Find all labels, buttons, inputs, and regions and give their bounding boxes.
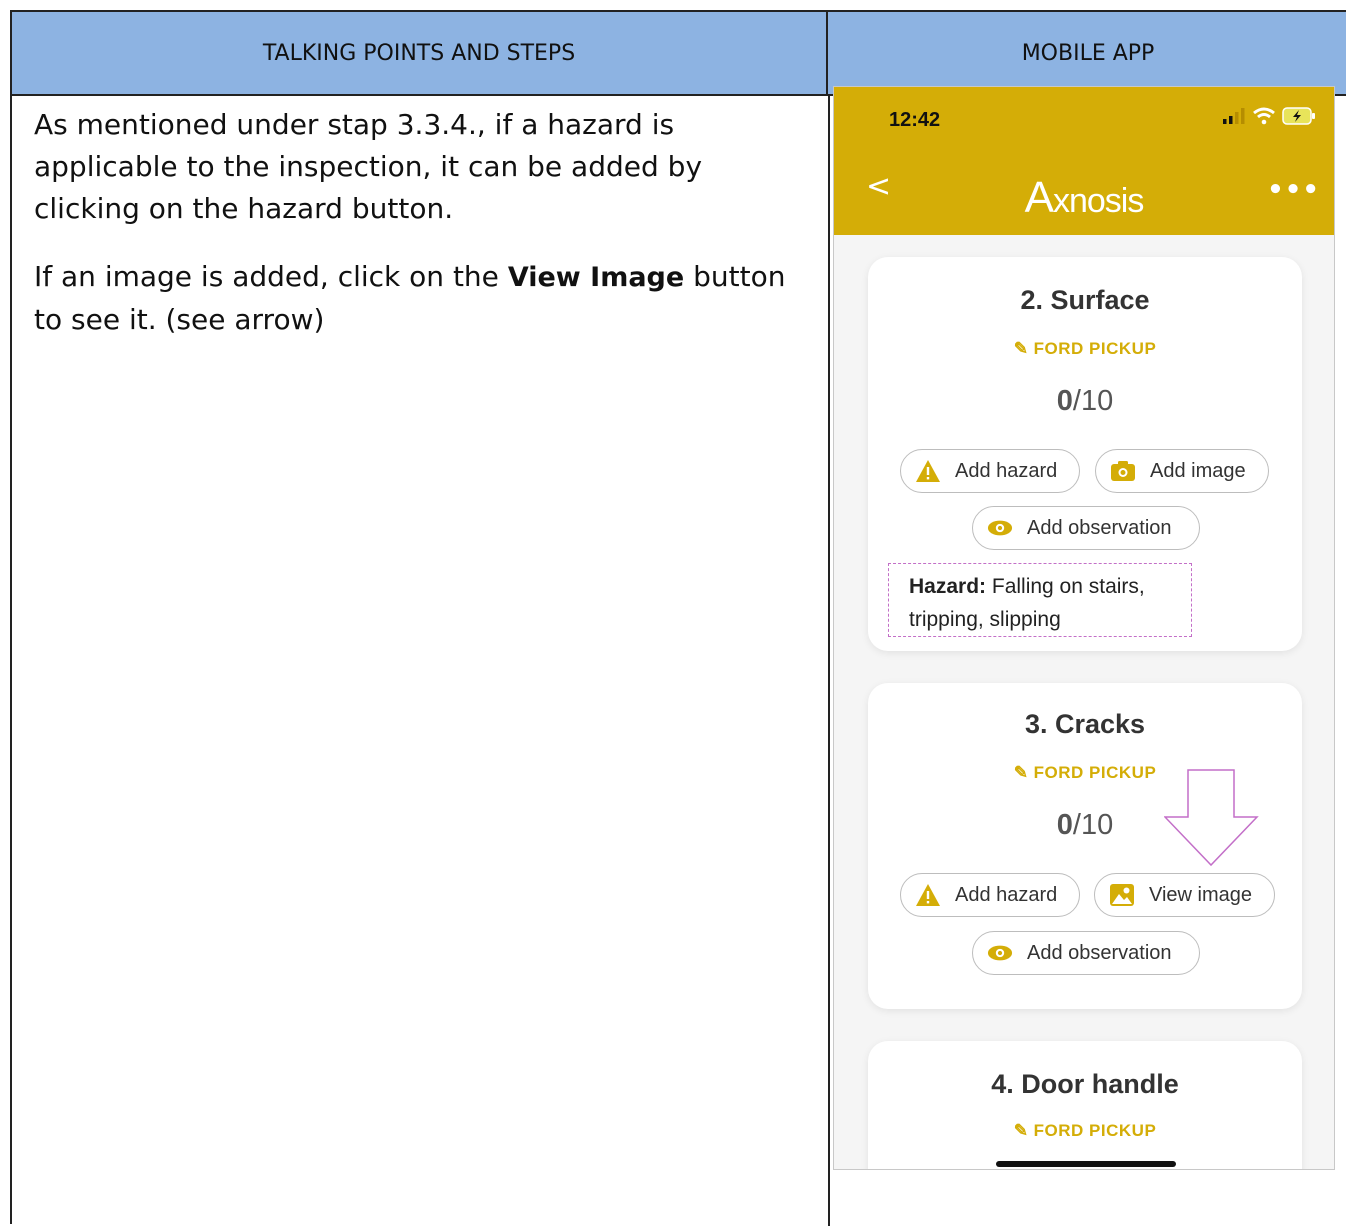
talking-points-text: As mentioned under stap 3.3.4., if a haz… [34, 104, 804, 367]
add-image-button[interactable]: Add image [1095, 449, 1269, 493]
arrow-down-icon [1164, 769, 1259, 867]
mobile-screenshot: 12:42 < Axnosis ••• 2. Surface ✎ FORD PI… [833, 86, 1335, 1170]
image-icon [1109, 882, 1135, 908]
header-mobile-app: MOBILE APP [828, 12, 1346, 96]
inspection-card-surface: 2. Surface ✎ FORD PICKUP 0/10 Add hazard… [868, 257, 1302, 651]
card-title: 3. Cracks [1024, 709, 1146, 739]
header-mobile-app-label: MOBILE APP [1021, 40, 1155, 66]
score-total: /10 [1072, 809, 1114, 841]
wrench-icon: ✎ [1013, 1121, 1029, 1140]
view-image-label: View image [1149, 883, 1253, 906]
inspection-card-cracks: 3. Cracks ✎ FORD PICKUP 0/10 Add hazard … [868, 683, 1302, 1009]
battery-icon [1282, 107, 1315, 125]
home-indicator [996, 1161, 1176, 1167]
card-subtitle-text: FORD PICKUP [1033, 1121, 1157, 1140]
more-menu-button[interactable]: ••• [1267, 175, 1320, 205]
add-hazard-label: Add hazard [955, 459, 1058, 482]
status-time: 12:42 [889, 109, 941, 131]
wifi-icon [1253, 107, 1275, 125]
paragraph-view-image: If an image is added, click on the View … [34, 256, 804, 341]
axnosis-logo: Axnosis [834, 173, 1334, 223]
hazard-note-label: Hazard: [909, 575, 987, 598]
card-subtitle-text: FORD PICKUP [1033, 763, 1157, 782]
warning-icon [915, 882, 941, 908]
app-header: 12:42 < Axnosis ••• [834, 87, 1334, 235]
header-talking-points: TALKING POINTS AND STEPS [12, 12, 828, 96]
paragraph-hazard: As mentioned under stap 3.3.4., if a haz… [34, 108, 703, 225]
wrench-icon: ✎ [1013, 763, 1029, 782]
status-icons [1222, 107, 1316, 125]
add-image-label: Add image [1150, 459, 1246, 482]
logo-text: xnosis [1052, 182, 1144, 220]
warning-icon [915, 458, 941, 484]
add-hazard-label: Add hazard [955, 883, 1058, 906]
wrench-icon: ✎ [1013, 339, 1029, 358]
signal-icon [1223, 108, 1245, 124]
add-observation-button[interactable]: Add observation [972, 931, 1200, 975]
add-observation-button[interactable]: Add observation [972, 506, 1200, 550]
view-image-button[interactable]: View image [1094, 873, 1275, 917]
card-subtitle-text: FORD PICKUP [1033, 339, 1157, 358]
inspection-card-door-handle: 4. Door handle ✎ FORD PICKUP [868, 1041, 1302, 1169]
card-subtitle: ✎ FORD PICKUP [868, 339, 1302, 359]
logo-initial: A [1024, 173, 1054, 222]
view-image-emphasis: View Image [507, 262, 685, 293]
column-divider [828, 96, 830, 1226]
card-subtitle: ✎ FORD PICKUP [868, 1121, 1302, 1141]
score-value: 0 [1056, 809, 1073, 841]
eye-icon [987, 515, 1013, 541]
header-talking-points-label: TALKING POINTS AND STEPS [262, 40, 576, 66]
add-hazard-button[interactable]: Add hazard [900, 873, 1080, 917]
add-hazard-button[interactable]: Add hazard [900, 449, 1080, 493]
score-value: 0 [1056, 385, 1073, 417]
paragraph-view-image-pre: If an image is added, click on the [34, 260, 508, 293]
add-observation-label: Add observation [1027, 941, 1172, 964]
score-total: /10 [1072, 385, 1114, 417]
card-title: 2. Surface [1020, 285, 1150, 315]
add-observation-label: Add observation [1027, 516, 1172, 539]
hazard-note: Hazard: Falling on stairs, tripping, sli… [888, 563, 1192, 637]
card-score: 0/10 [868, 385, 1302, 418]
camera-icon [1110, 458, 1136, 484]
card-title: 4. Door handle [991, 1069, 1179, 1099]
eye-icon [987, 940, 1013, 966]
